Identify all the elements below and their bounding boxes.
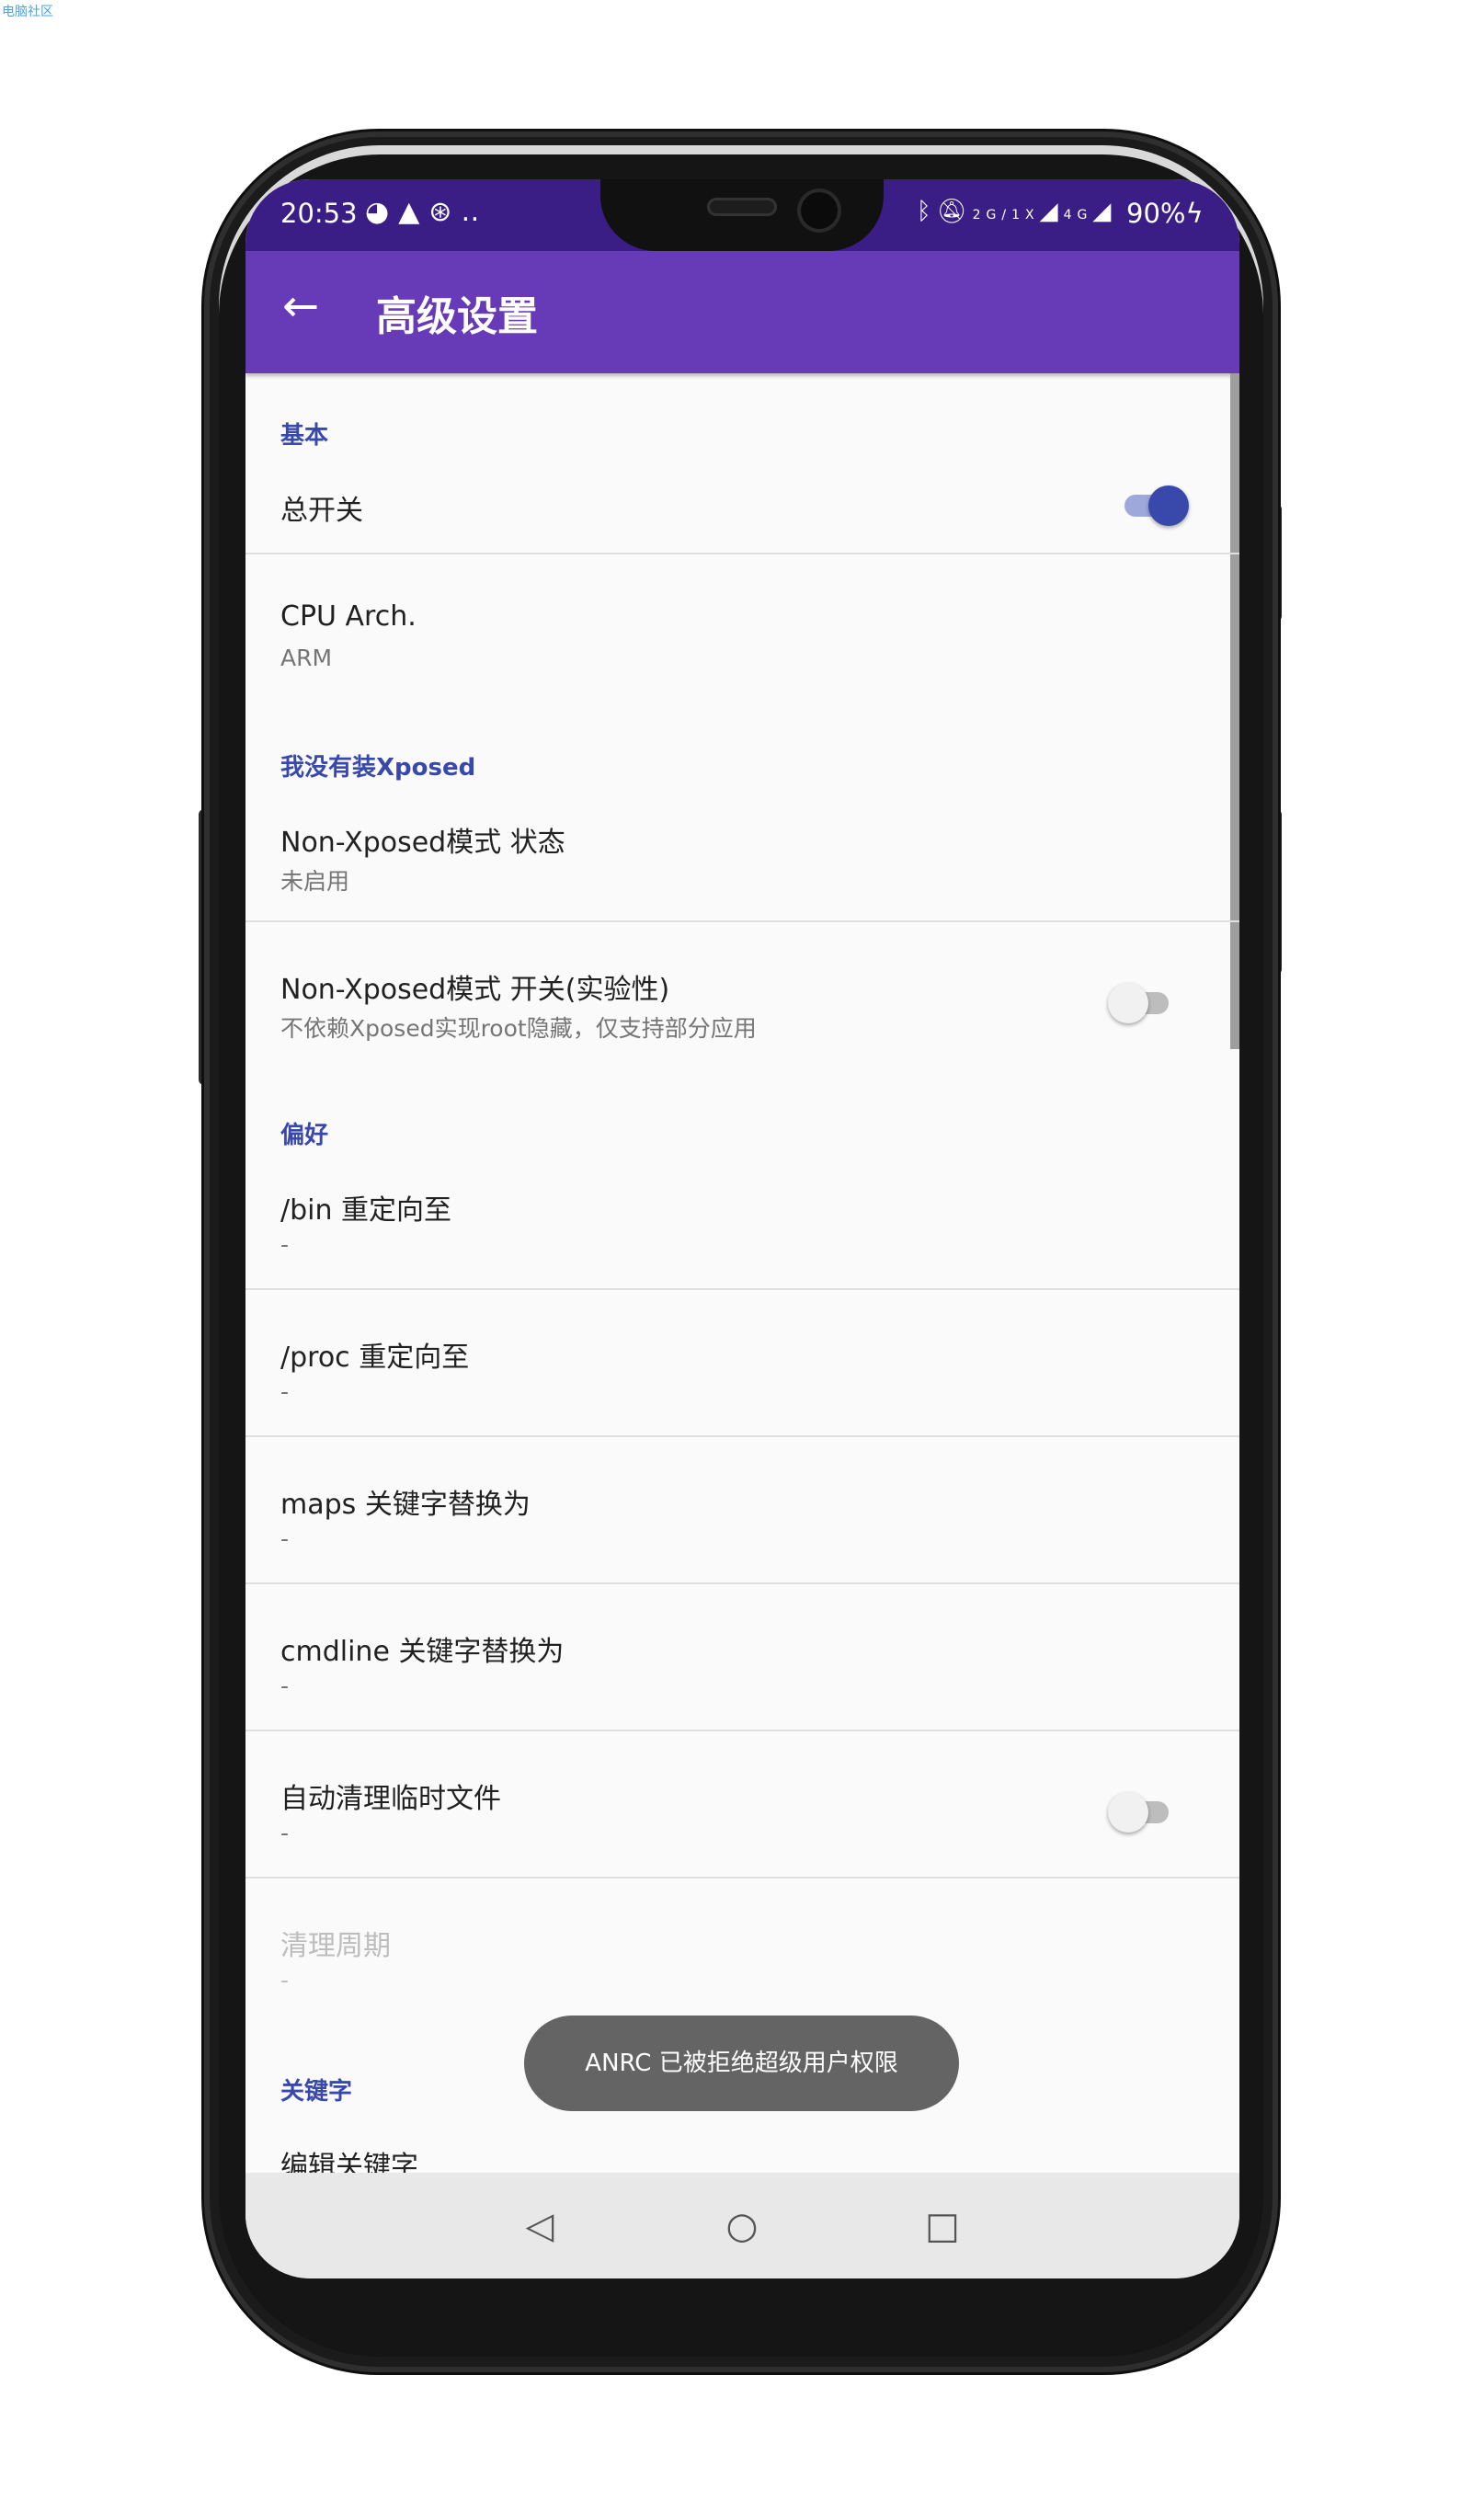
pref-title: Non-Xposed模式 开关(实验性) [280,974,670,1006]
pref-summary: - [280,1673,290,1699]
browser-icon: ◕ [365,196,399,228]
auto-clean-switch-toggle[interactable] [1108,1792,1169,1833]
pref-title: Non-Xposed模式 状态 [280,827,565,859]
pref-title: /bin 重定向至 [280,1194,452,1227]
pref-summary: 未启用 [280,868,350,895]
non-xposed-switch-toggle[interactable] [1108,983,1169,1023]
status-left-icons: ◕▲⊛‥ [365,196,488,228]
front-camera [797,188,841,233]
pref-summary: ARM [280,645,333,671]
status-bar: 20:53 ◕▲⊛‥ ᛒ🔕︎2G/1X◢4G◢ 90%ϟ [245,179,1239,251]
pref-title: cmdline 关键字替换为 [280,1636,565,1668]
charging-icon: ϟ [1185,198,1204,229]
page-title: 高级设置 [376,293,538,340]
scrollbar[interactable] [1230,373,1239,1049]
earpiece [707,198,777,216]
more-icon: ‥ [461,196,489,228]
divider [245,1435,1239,1437]
signal-4g-icon: 4G [1063,208,1093,223]
navigation-bar: ◁ ○ □ [245,2173,1239,2278]
status-right-icons: ᛒ🔕︎2G/1X◢4G◢ [917,198,1117,225]
pref-title: /proc 重定向至 [280,1342,470,1374]
app-bar: ← 高级设置 [245,251,1239,373]
divider [245,1582,1239,1584]
toast-message: ANRC 已被拒绝超级用户权限 [524,2016,959,2111]
pref-title: 自动清理临时文件 [280,1783,501,1815]
pref-title: 清理周期 [280,1930,391,1962]
divider [245,920,1239,922]
bluetooth-icon: ᛒ [917,198,937,225]
divider [245,1730,1239,1731]
settings-list[interactable]: 基本 总开关 CPU Arch. ARM 我没有装Xposed Non-Xpos… [245,373,1239,2183]
pref-summary: - [280,1525,290,1552]
pref-title: CPU Arch. [280,600,417,633]
master-switch-toggle[interactable] [1124,485,1189,526]
android-icon: ⊛ [428,196,462,228]
battery-level: 90%ϟ [1126,198,1204,229]
section-header-no-xposed: 我没有装Xposed [280,754,476,782]
divider [245,1288,1239,1290]
nav-recents-button[interactable]: □ [915,2198,970,2254]
warning-icon: ▲ [398,196,429,228]
divider [245,553,1239,554]
pref-summary: 不依赖Xposed实现root隐藏，仅支持部分应用 [280,1015,757,1042]
pref-summary: - [280,1378,290,1405]
pref-title: 总开关 [280,495,363,527]
section-header-keywords: 关键字 [280,2078,353,2106]
status-time: 20:53 [280,198,358,229]
section-header-preferences: 偏好 [280,1122,329,1149]
pref-summary: - [280,1231,290,1258]
nav-back-button[interactable]: ◁ [512,2198,567,2254]
mute-icon: 🔕︎ [936,198,973,225]
pref-summary: - [280,1967,290,1993]
pref-title: maps 关键字替换为 [280,1489,531,1521]
phone-screen: 20:53 ◕▲⊛‥ ᛒ🔕︎2G/1X◢4G◢ 90%ϟ ← 高级设置 基本 总… [245,179,1239,2278]
divider [245,1877,1239,1879]
signal-2g-icon: 2G/1X [972,208,1040,223]
watermark: 电脑社区 [2,5,53,19]
back-arrow-icon[interactable]: ← [282,279,319,334]
nav-home-button[interactable]: ○ [714,2198,770,2254]
section-header-basic: 基本 [280,422,329,450]
pref-summary: - [280,1820,290,1846]
